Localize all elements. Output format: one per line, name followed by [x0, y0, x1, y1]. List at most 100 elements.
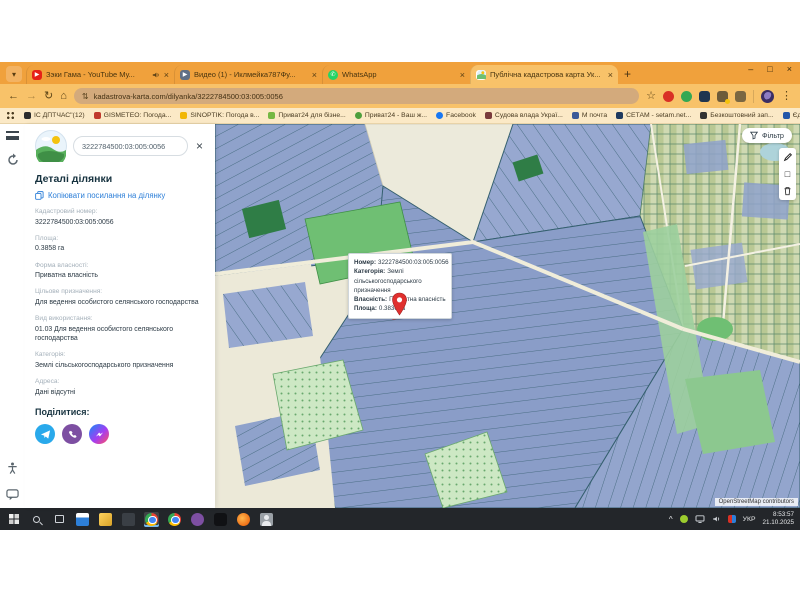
bookmark-item[interactable]: М почта	[572, 112, 607, 119]
popup-line: Номер:3222784500:03:005:0056	[354, 258, 446, 267]
tab-youtube[interactable]: ▶ Зэки Гама - YouTube Му... ×	[26, 65, 174, 84]
site-logo[interactable]	[35, 130, 67, 162]
bookmark-item[interactable]: SINOPTIK: Погода в...	[180, 112, 259, 119]
forward-button[interactable]: →	[26, 91, 37, 102]
back-button[interactable]: ←	[8, 91, 19, 102]
menu-hamburger-icon[interactable]	[6, 131, 19, 140]
app-game[interactable]	[236, 512, 251, 527]
filter-button[interactable]: Фільтр	[742, 128, 792, 143]
refresh-icon[interactable]	[6, 153, 20, 167]
tab-strip: ▾ ▶ Зэки Гама - YouTube Му... × ▶ Видео …	[0, 62, 800, 84]
map-marker-icon[interactable]	[391, 292, 408, 322]
measure-pencil-icon[interactable]	[782, 151, 794, 163]
map[interactable]: Номер:3222784500:03:005:0056 Категорія:З…	[215, 124, 800, 508]
tray-chevron-icon[interactable]: ^	[669, 515, 673, 524]
system-tray: ^ УКР 8:53:57 21.10.2025	[669, 511, 794, 528]
new-tab-button[interactable]: +	[624, 67, 631, 81]
bookmark-star-icon[interactable]: ☆	[646, 91, 656, 102]
messenger-icon[interactable]	[89, 424, 109, 444]
adblock-extension-icon[interactable]	[663, 91, 674, 102]
app-obs[interactable]	[213, 512, 228, 527]
chevron-down-icon: ▾	[12, 70, 16, 79]
field-purpose: Цільове призначення: Для ведення особист…	[35, 288, 205, 307]
start-button[interactable]	[6, 512, 21, 527]
close-panel-icon[interactable]: ×	[194, 139, 205, 153]
running-app-chrome[interactable]	[144, 512, 159, 527]
tab-label: Видео (1) - Иклмейка787Фу...	[194, 70, 308, 79]
pinned-app-explorer[interactable]	[98, 512, 113, 527]
tab-whatsapp[interactable]: ✆ WhatsApp ×	[322, 65, 470, 84]
video-file-icon: ▶	[180, 70, 190, 80]
profile-avatar[interactable]	[761, 90, 774, 103]
tab-search-button[interactable]: ▾	[6, 66, 22, 82]
copy-link-button[interactable]: Копіювати посилання на ділянку	[35, 191, 205, 200]
delete-trash-icon[interactable]	[782, 185, 794, 197]
taskbar-clock[interactable]: 8:53:57 21.10.2025	[762, 511, 794, 528]
windows-taskbar: ^ УКР 8:53:57 21.10.2025	[0, 508, 800, 530]
language-indicator[interactable]: УКР	[743, 516, 756, 523]
tab-label: WhatsApp	[342, 70, 456, 79]
accessibility-icon[interactable]	[6, 462, 19, 475]
reload-button[interactable]: ↻	[44, 91, 53, 102]
address-bar[interactable]: ⇅ kadastrova-karta.com/dilyanka/32227845…	[74, 88, 639, 104]
tab-label: Зэки Гама - YouTube Му...	[46, 70, 148, 79]
tab-close-icon[interactable]: ×	[608, 70, 613, 80]
bookmark-item[interactable]: Судова влада Украї...	[485, 112, 563, 119]
tab-video[interactable]: ▶ Видео (1) - Иклмейка787Фу... ×	[174, 65, 322, 84]
filter-label: Фільтр	[762, 131, 784, 140]
bookmark-item[interactable]: Єдиний державн...	[783, 112, 800, 119]
bookmark-item[interactable]: Приват24 для бізне...	[268, 112, 345, 119]
bookmark-item[interactable]: GISMETEO: Погода...	[94, 112, 172, 119]
taskbar-search-button[interactable]	[29, 512, 44, 527]
app-contacts[interactable]	[259, 512, 274, 527]
bookmark-item[interactable]: ІС ДПТЧАС"(12)	[24, 112, 85, 119]
volume-tray-icon[interactable]	[712, 515, 721, 523]
download-extension-icon[interactable]	[735, 91, 746, 102]
extension-icon[interactable]	[699, 91, 710, 102]
minimize-button[interactable]: –	[748, 64, 753, 74]
app-tray-icon[interactable]	[728, 515, 736, 523]
field-category: Категорія: Землі сільськогосподарського …	[35, 351, 205, 370]
extensions-puzzle-icon[interactable]	[717, 91, 728, 102]
share-label: Поділитися:	[35, 407, 205, 417]
search-input[interactable]: 3222784500:03:005:0056	[73, 136, 188, 156]
bookmark-item[interactable]: Facebook	[436, 112, 476, 119]
bookmark-favicon	[700, 112, 707, 119]
antivirus-extension-icon[interactable]	[681, 91, 692, 102]
viber-icon[interactable]	[62, 424, 82, 444]
draw-polygon-icon[interactable]: □	[782, 168, 794, 180]
screen: ▾ ▶ Зэки Гама - YouTube Му... × ▶ Видео …	[0, 0, 800, 600]
tab-cadastral-map[interactable]: Публічна кадастрова карта Ук... ×	[470, 65, 618, 84]
whatsapp-icon: ✆	[328, 70, 338, 80]
tab-close-icon[interactable]: ×	[312, 70, 317, 80]
bookmark-item[interactable]: СЕТАМ - setam.net...	[616, 112, 691, 119]
bookmark-favicon	[180, 112, 187, 119]
tab-close-icon[interactable]: ×	[460, 70, 465, 80]
pinned-app-calendar[interactable]	[75, 512, 90, 527]
page-content: 3222784500:03:005:0056 × Деталі ділянки …	[0, 124, 800, 508]
maximize-button[interactable]: □	[767, 64, 772, 74]
close-window-button[interactable]: ×	[787, 64, 792, 74]
bookmark-item[interactable]: Безкоштовний зап...	[700, 112, 773, 119]
chat-icon[interactable]	[6, 488, 19, 501]
antivirus-tray-icon[interactable]	[680, 515, 688, 523]
app-chrome[interactable]	[167, 512, 182, 527]
telegram-icon[interactable]	[35, 424, 55, 444]
bookmark-favicon	[485, 112, 492, 119]
home-button[interactable]: ⌂	[60, 91, 67, 102]
obs-icon	[214, 513, 227, 526]
cadastral-map-canvas[interactable]	[215, 124, 800, 508]
display-tray-icon[interactable]	[695, 515, 705, 523]
apps-grid-icon[interactable]	[6, 111, 15, 120]
search-icon	[33, 516, 40, 523]
map-attribution[interactable]: OpenStreetMap contributors	[715, 498, 798, 506]
app-viber[interactable]	[190, 512, 205, 527]
bookmark-item[interactable]: Приват24 - Ваш ж...	[355, 112, 427, 119]
field-use-type: Вид використання: 01.03 Для ведення особ…	[35, 315, 205, 343]
pinned-app-dark[interactable]	[121, 512, 136, 527]
app-icon	[122, 513, 135, 526]
tab-close-icon[interactable]: ×	[164, 70, 169, 80]
browser-menu-icon[interactable]: ⋮	[781, 91, 792, 102]
task-view-button[interactable]	[52, 512, 67, 527]
copy-link-label: Копіювати посилання на ділянку	[48, 191, 165, 200]
